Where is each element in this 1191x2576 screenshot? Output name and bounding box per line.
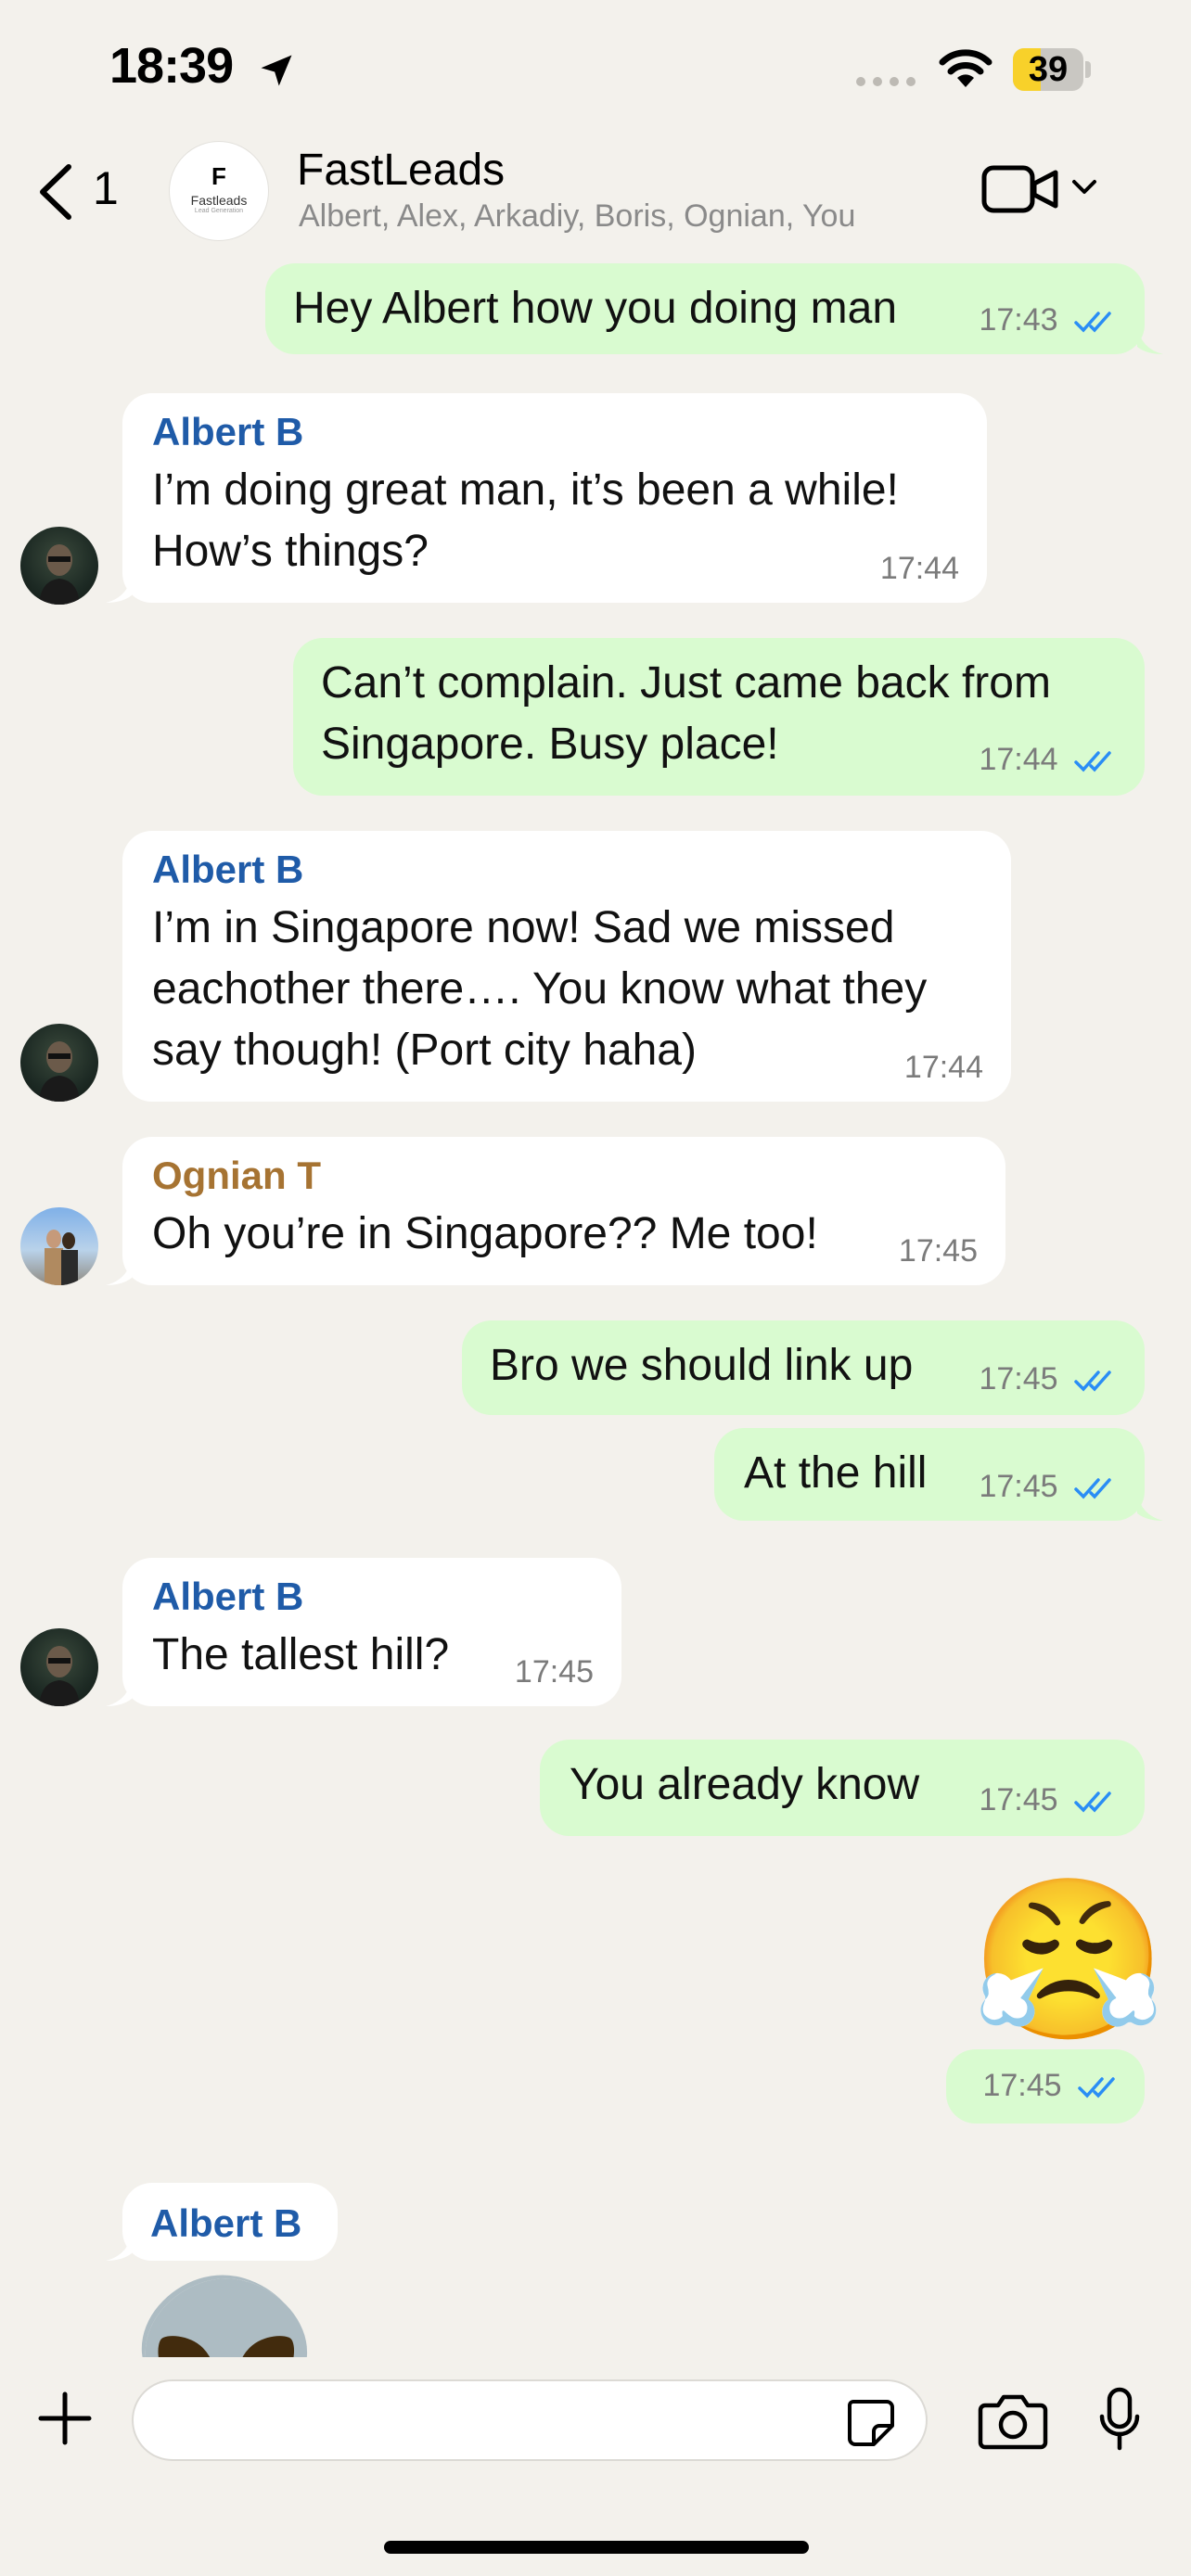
emoji-message-clip: 👽 [111,2272,334,2357]
message-input[interactable] [132,2379,928,2461]
avatar-tagline: Lead Generation [194,208,244,214]
message-meta: 17:45 [979,1469,1119,1505]
message-time: 17:45 [979,1469,1058,1504]
message-meta-bubble: 17:45 [946,2049,1145,2123]
chat-members[interactable]: Albert, Alex, Arkadiy, Boris, Ognian, Yo… [299,198,855,235]
bubble-tail [1137,326,1163,354]
chevron-down-icon[interactable] [1070,176,1098,198]
sender-name: Albert B [152,1575,304,1618]
status-time: 18:39 [109,38,234,94]
message-line: Can’t complain. Just came back from [321,658,1051,708]
plus-icon[interactable] [37,2391,93,2446]
message-text: I’m doing great man, it’s been a while! … [152,460,899,582]
message-line: eachother there…. You know what they [152,964,928,1014]
bubble-tail [106,1678,132,1706]
message-line: I’m in Singapore now! Sad we missed [152,903,895,952]
sender-name: Albert B [150,2201,302,2245]
message-bubble-incoming[interactable]: Albert B The tallest hill? 17:45 [122,1558,621,1706]
message-bubble-incoming[interactable]: Albert B I’m in Singapore now! Sad we mi… [122,831,1011,1102]
battery-level: 39 [1028,50,1069,89]
battery-icon: 39 [1013,48,1091,91]
message-text: At the hill [744,1448,928,1498]
message-time: 17:45 [514,1654,594,1690]
read-ticks-icon [1074,1371,1111,1392]
message-bubble-outgoing[interactable]: Hey Albert how you doing man 17:43 [265,263,1145,354]
message-text: Can’t complain. Just came back from Sing… [321,653,1051,775]
message-time: 17:43 [979,302,1058,338]
message-text: Oh you’re in Singapore?? Me too! [152,1209,818,1258]
message-bubble-outgoing[interactable]: You already know 17:45 [540,1740,1145,1836]
message-time: 17:45 [982,2068,1062,2103]
avatar-brand: Fastleads [190,193,248,208]
message-line: I’m doing great man, it’s been a while! [152,465,899,515]
cellular-signal-icon [856,77,916,86]
location-arrow-icon [261,55,292,86]
bubble-tail [1137,1493,1163,1521]
message-text: Bro we should link up [490,1341,914,1390]
message-bubble-outgoing[interactable]: At the hill 17:45 [714,1428,1145,1521]
message-bubble-outgoing[interactable]: Bro we should link up 17:45 [462,1320,1145,1415]
message-bubble-outgoing[interactable]: Can’t complain. Just came back from Sing… [293,638,1145,796]
message-time: 17:45 [898,1233,978,1269]
avatar-albert[interactable] [20,527,98,605]
message-time: 17:45 [979,1361,1058,1396]
read-ticks-icon [1074,1792,1111,1813]
avatar-ognian[interactable] [20,1207,98,1285]
message-text: Hey Albert how you doing man [293,284,898,333]
sticker-icon[interactable] [844,2396,896,2448]
sender-name: Albert B [152,848,304,891]
read-ticks-icon [1074,1478,1111,1499]
message-bubble-incoming[interactable]: Albert B [122,2183,338,2261]
back-unread-count[interactable]: 1 [93,161,119,215]
message-bubble-incoming[interactable]: Albert B I’m doing great man, it’s been … [122,393,987,603]
emoji-message[interactable]: 👽 [128,2272,334,2357]
message-text: The tallest hill? [152,1630,450,1679]
message-time: 17:45 [979,1782,1058,1817]
message-line: say though! (Port city haha) [152,1026,697,1075]
home-indicator [384,2541,809,2554]
bubble-tail [106,1257,132,1285]
message-bubble-incoming[interactable]: Ognian T Oh you’re in Singapore?? Me too… [122,1137,1005,1285]
message-meta: 17:45 [979,1361,1119,1397]
read-ticks-icon [1074,751,1111,772]
emoji-message[interactable]: 😤 [970,1868,1167,2053]
wifi-icon [939,49,992,87]
microphone-icon[interactable] [1098,2387,1141,2452]
avatar-initial: F [211,162,226,190]
message-text: You already know [570,1760,920,1809]
message-line: How’s things? [152,527,429,576]
camera-icon[interactable] [978,2392,1048,2450]
message-meta: 17:44 [979,742,1119,778]
message-meta: 17:43 [979,302,1119,338]
bubble-tail [106,575,132,603]
sender-name: Albert B [152,410,304,453]
chat-title[interactable]: FastLeads [297,145,505,196]
sender-name: Ognian T [152,1154,321,1197]
avatar-albert[interactable] [20,1628,98,1706]
avatar-albert[interactable] [20,1024,98,1102]
message-time: 17:44 [879,551,959,586]
read-ticks-icon [1074,312,1111,333]
video-call-icon[interactable] [981,163,1059,215]
message-time: 17:44 [979,742,1058,777]
message-line: Singapore. Busy place! [321,720,779,769]
back-chevron-icon[interactable] [33,161,76,223]
message-meta: 17:45 [979,1782,1119,1818]
read-ticks-icon [1078,2077,1115,2098]
message-time: 17:44 [903,1050,983,1085]
group-avatar[interactable]: F Fastleads Lead Generation [169,141,269,241]
bubble-tail [106,2233,132,2261]
message-meta: 17:45 [982,2068,1122,2104]
message-text: I’m in Singapore now! Sad we missed each… [152,898,927,1081]
